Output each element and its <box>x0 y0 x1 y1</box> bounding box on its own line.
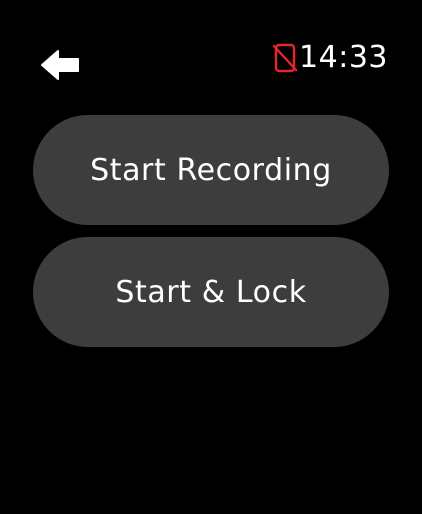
start-and-lock-button[interactable]: Start & Lock <box>33 237 389 347</box>
phone-disconnected-icon <box>273 43 298 73</box>
status-bar: 14:33 <box>273 38 388 78</box>
start-recording-button[interactable]: Start Recording <box>33 115 389 225</box>
watch-screen: 14:33 Start Recording Start & Lock <box>0 0 422 514</box>
start-recording-label: Start Recording <box>90 152 332 188</box>
back-button[interactable] <box>40 48 80 82</box>
start-and-lock-label: Start & Lock <box>115 274 307 310</box>
time-display: 14:33 <box>299 40 388 75</box>
back-arrow-icon <box>41 50 79 80</box>
